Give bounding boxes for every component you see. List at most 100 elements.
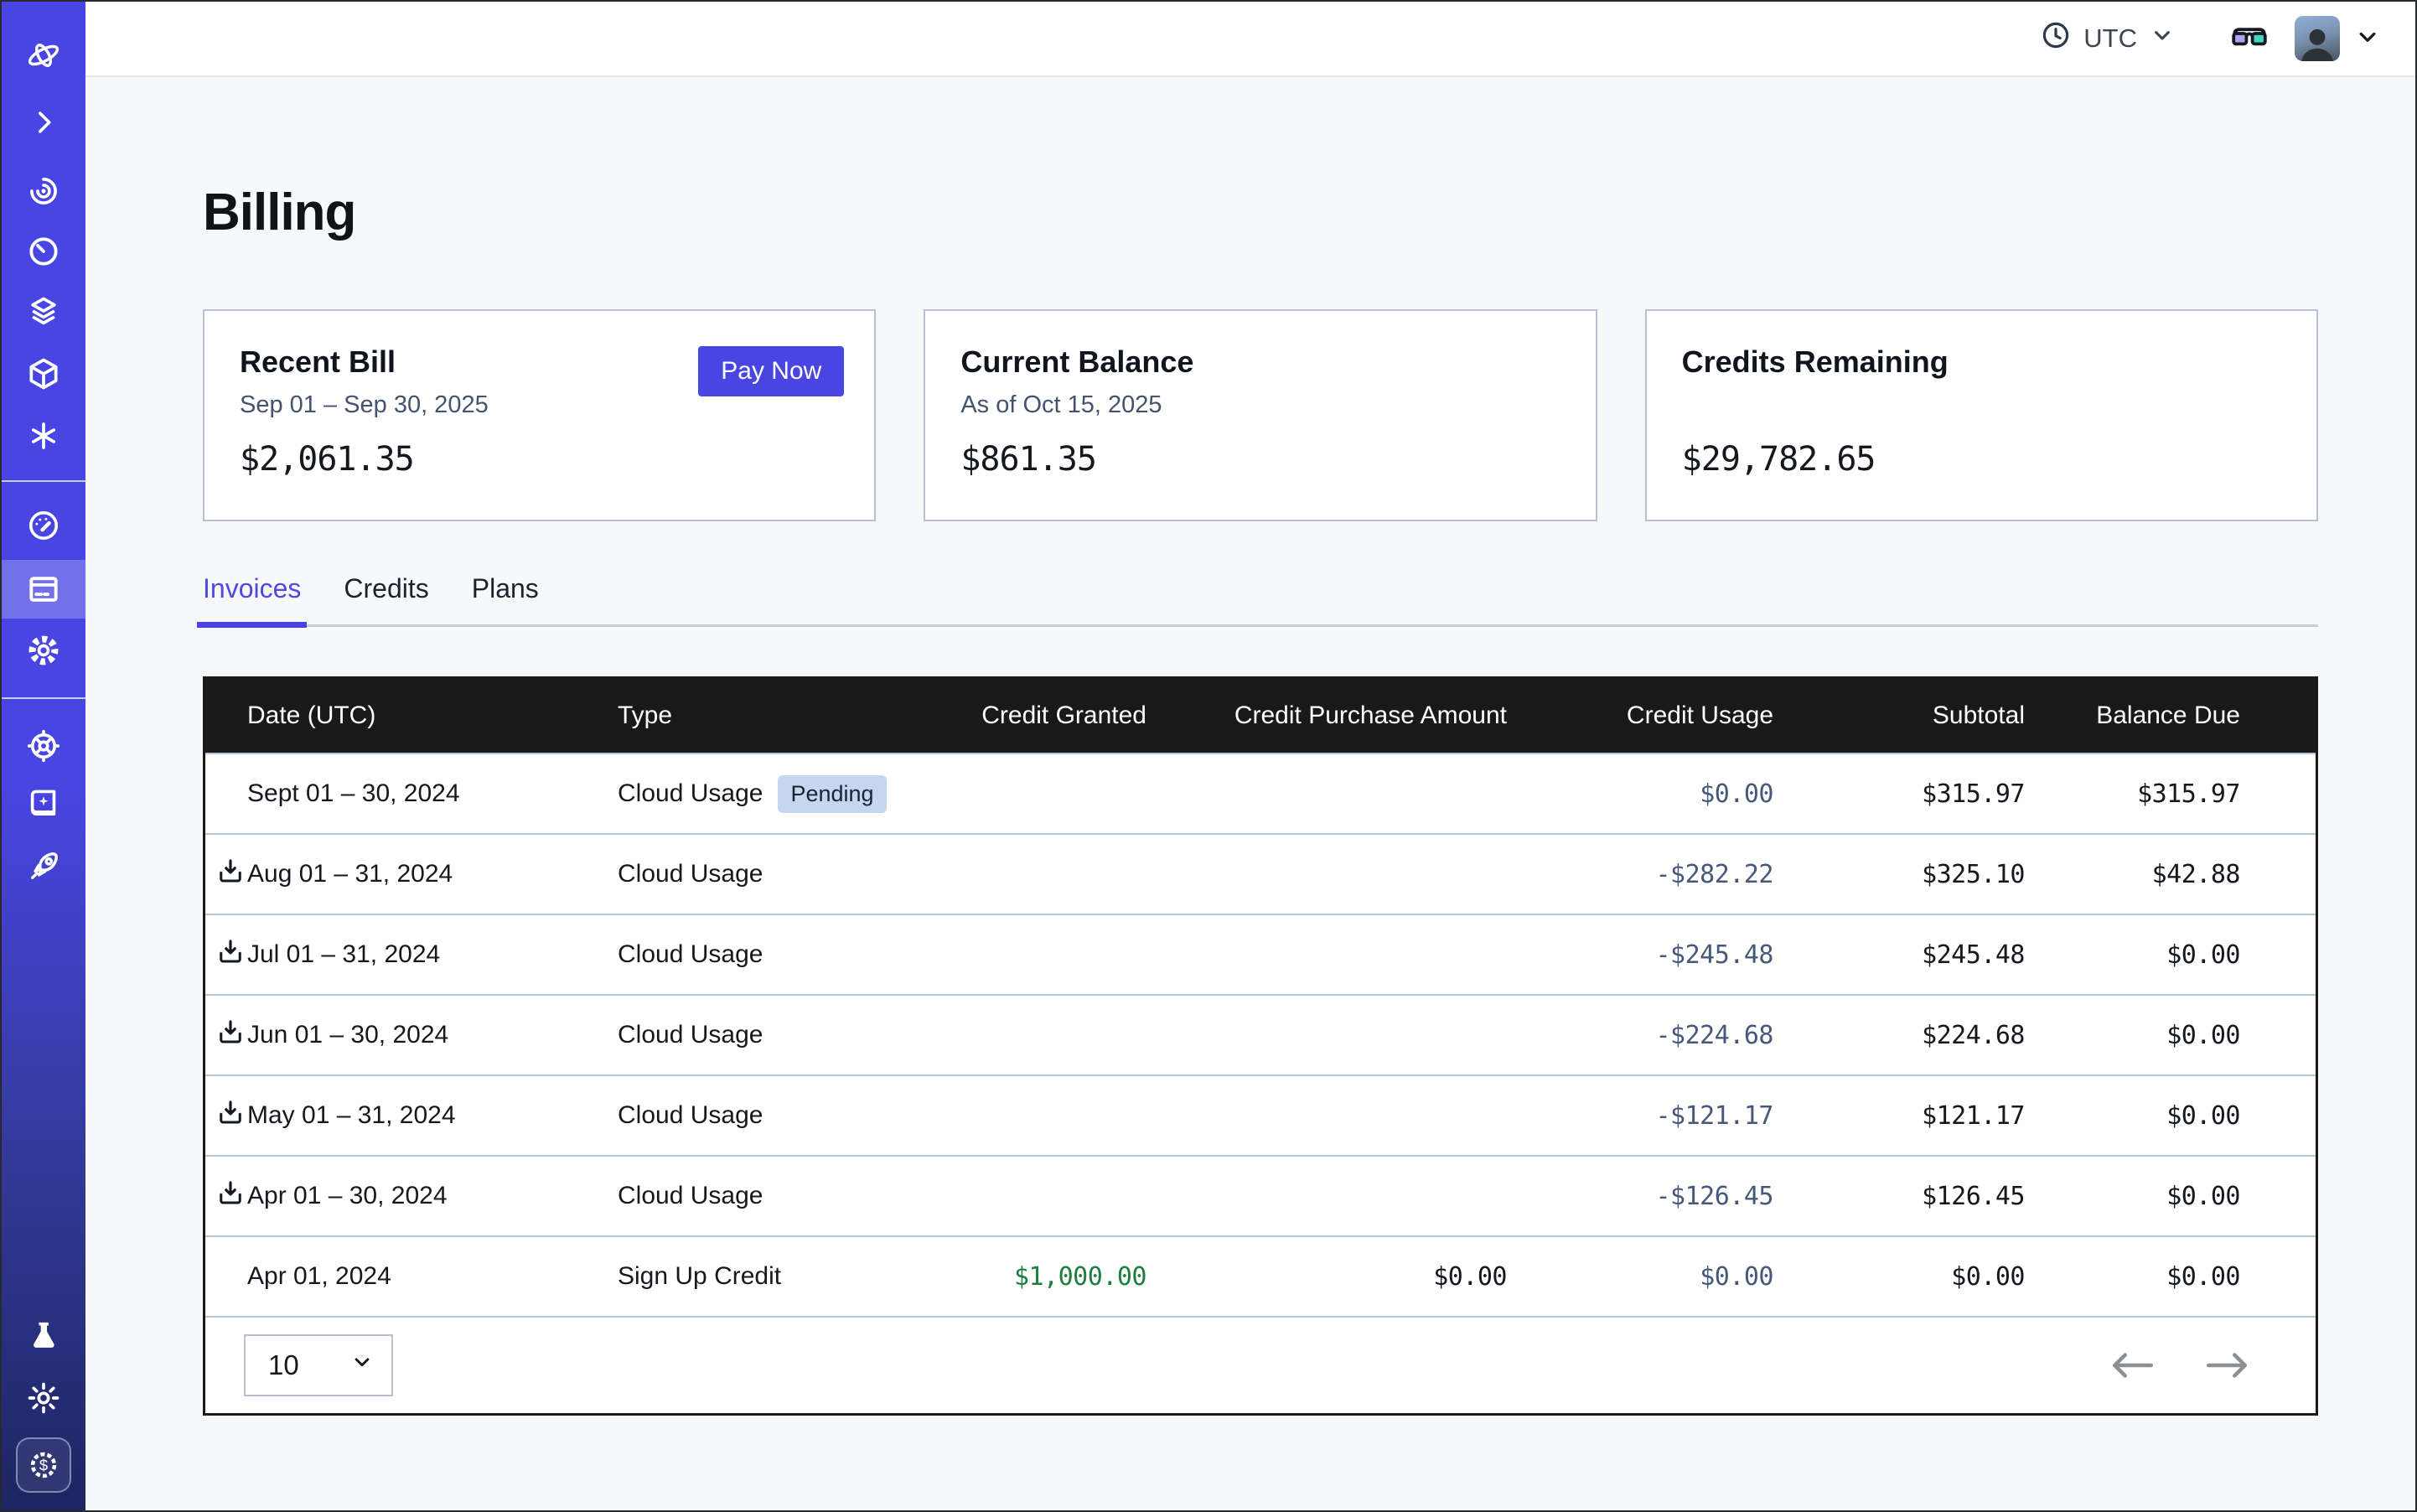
invoice-type: Cloud Usage xyxy=(618,1021,894,1049)
table-row: Apr 01, 2024 Sign Up Credit $1,000.00 $0… xyxy=(205,1235,2316,1316)
svg-text:$: $ xyxy=(39,1457,48,1474)
settings-gear-icon[interactable] xyxy=(24,631,63,670)
balance-due: $42.88 xyxy=(2025,860,2316,889)
table-row: Sept 01 – 30, 2024 Cloud Usage Pending $… xyxy=(205,753,2316,833)
table-row: Apr 01 – 30, 2024 Cloud Usage -$126.45 $… xyxy=(205,1155,2316,1235)
card-subtitle xyxy=(1682,391,2281,422)
download-invoice-icon[interactable] xyxy=(215,856,246,893)
credit-usage: -$224.68 xyxy=(1507,1021,1773,1050)
credits-dollar-button[interactable]: $ xyxy=(16,1437,71,1493)
credit-usage: -$126.45 xyxy=(1507,1182,1773,1211)
platform-wheel-icon[interactable] xyxy=(24,727,63,765)
column-header: Date (UTC) xyxy=(205,702,618,730)
history-icon[interactable] xyxy=(24,232,63,271)
invoice-type: Sign Up Credit xyxy=(618,1262,894,1291)
tab-plans[interactable]: Plans xyxy=(472,573,539,624)
invoices-table: Date (UTC) Type Credit Granted Credit Pu… xyxy=(203,676,2318,1416)
subtotal: $315.97 xyxy=(1773,779,2025,809)
credit-usage: $0.00 xyxy=(1507,1262,1773,1292)
subtotal: $224.68 xyxy=(1773,1021,2025,1050)
download-invoice-icon[interactable] xyxy=(215,1097,246,1134)
balance-due: $0.00 xyxy=(2025,1182,2316,1211)
tab-credits[interactable]: Credits xyxy=(344,573,428,624)
page-size-select[interactable]: 10 xyxy=(244,1334,393,1396)
observe-icon[interactable] xyxy=(24,172,63,210)
clock-icon xyxy=(2040,19,2072,58)
sidebar: $ xyxy=(2,2,85,1510)
invoice-type: Cloud Usage xyxy=(618,1101,894,1130)
download-invoice-icon[interactable] xyxy=(215,1017,246,1054)
invoice-date: Apr 01 – 30, 2024 xyxy=(205,1182,618,1210)
column-header: Balance Due xyxy=(2025,702,2316,730)
invoice-type: Cloud Usage xyxy=(618,1182,894,1210)
balance-due: $0.00 xyxy=(2025,940,2316,970)
recent-bill-card: Recent Bill Sep 01 – Sep 30, 2025 $2,061… xyxy=(203,309,876,521)
sidebar-divider xyxy=(2,697,85,699)
invoice-date: Jun 01 – 30, 2024 xyxy=(205,1021,618,1049)
invoice-type: Cloud Usage xyxy=(618,860,894,888)
previous-page-button[interactable] xyxy=(2108,1348,2156,1383)
services-icon[interactable] xyxy=(24,417,63,455)
column-header: Credit Granted xyxy=(894,702,1146,730)
credit-purchase: $0.00 xyxy=(1146,1262,1507,1292)
subtotal: $121.17 xyxy=(1773,1101,2025,1131)
download-invoice-icon[interactable] xyxy=(215,936,246,973)
billing-icon[interactable] xyxy=(24,570,63,608)
timezone-label: UTC xyxy=(2083,23,2137,54)
next-page-button[interactable] xyxy=(2203,1348,2252,1383)
balance-due: $0.00 xyxy=(2025,1101,2316,1131)
deployments-icon[interactable] xyxy=(24,355,63,393)
avatar[interactable] xyxy=(2295,16,2340,61)
account-menu-chevron-icon[interactable] xyxy=(2353,23,2382,55)
column-header: Credit Purchase Amount xyxy=(1146,702,1507,730)
chevron-down-icon xyxy=(2149,22,2176,55)
credit-usage: -$282.22 xyxy=(1507,860,1773,889)
layers-icon[interactable] xyxy=(24,293,63,331)
download-invoice-icon[interactable] xyxy=(215,1178,246,1214)
invoice-date: Sept 01 – 30, 2024 xyxy=(205,779,618,808)
expand-sidebar-icon[interactable] xyxy=(24,103,63,142)
docs-book-icon[interactable] xyxy=(24,785,63,824)
invoice-date: May 01 – 31, 2024 xyxy=(205,1101,618,1130)
pay-now-button[interactable]: Pay Now xyxy=(698,346,844,396)
card-amount: $29,782.65 xyxy=(1682,440,2281,479)
column-header: Subtotal xyxy=(1773,702,2025,730)
balance-due: $0.00 xyxy=(2025,1021,2316,1050)
credit-usage: -$245.48 xyxy=(1507,940,1773,970)
card-amount: $2,061.35 xyxy=(240,440,839,479)
summary-cards: Recent Bill Sep 01 – Sep 30, 2025 $2,061… xyxy=(203,309,2318,521)
credit-usage: -$121.17 xyxy=(1507,1101,1773,1131)
status-badge: Pending xyxy=(778,775,886,813)
card-subtitle: As of Oct 15, 2025 xyxy=(960,391,1560,422)
column-header: Type xyxy=(618,702,894,730)
page-title: Billing xyxy=(203,183,2415,242)
table-header: Date (UTC) Type Credit Granted Credit Pu… xyxy=(205,679,2316,753)
getting-started-rocket-icon[interactable] xyxy=(24,847,63,886)
app-window: $ UTC xyxy=(0,0,2417,1512)
sidebar-divider xyxy=(2,480,85,482)
balance-due: $0.00 xyxy=(2025,1262,2316,1292)
invoice-type: Cloud Usage Pending xyxy=(618,775,894,813)
dashboard-icon[interactable] xyxy=(24,506,63,545)
subtotal: $245.48 xyxy=(1773,940,2025,970)
subtotal: $0.00 xyxy=(1773,1262,2025,1292)
pagination: 10 xyxy=(205,1316,2316,1413)
pagination-arrows xyxy=(2108,1348,2252,1383)
card-title: Current Balance xyxy=(960,344,1560,380)
subtotal: $325.10 xyxy=(1773,860,2025,889)
credits-remaining-card: Credits Remaining $29,782.65 xyxy=(1645,309,2318,521)
page-size-value: 10 xyxy=(268,1349,299,1381)
content: Billing Recent Bill Sep 01 – Sep 30, 202… xyxy=(85,77,2415,1510)
timezone-selector[interactable]: UTC xyxy=(2040,19,2176,58)
subtotal: $126.45 xyxy=(1773,1182,2025,1211)
tab-invoices[interactable]: Invoices xyxy=(203,573,301,624)
logo-icon[interactable] xyxy=(24,36,63,75)
glasses-icon[interactable] xyxy=(2229,17,2269,61)
table-row: May 01 – 31, 2024 Cloud Usage -$121.17 $… xyxy=(205,1074,2316,1155)
topbar: UTC xyxy=(85,2,2415,77)
theme-sun-icon[interactable] xyxy=(24,1379,63,1417)
labs-flask-icon[interactable] xyxy=(24,1317,63,1355)
table-row: Jun 01 – 30, 2024 Cloud Usage -$224.68 $… xyxy=(205,994,2316,1074)
invoice-type: Cloud Usage xyxy=(618,940,894,969)
invoice-date: Apr 01, 2024 xyxy=(205,1262,618,1291)
